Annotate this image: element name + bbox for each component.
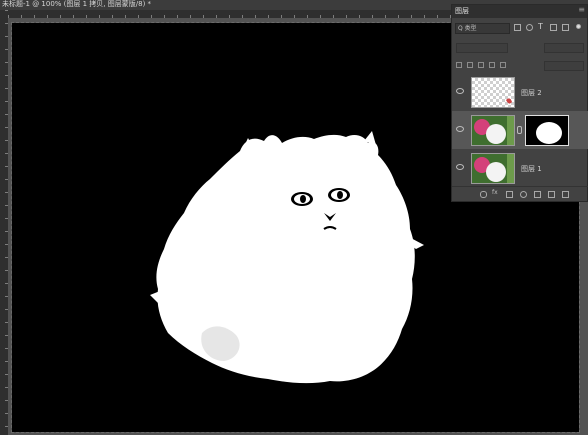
lock-position-icon[interactable]: [478, 62, 484, 68]
layer-name[interactable]: 图层 2: [521, 88, 542, 98]
layers-panel-header: 图层 ≡: [452, 5, 587, 18]
new-layer-icon[interactable]: [548, 191, 555, 198]
blend-mode-row: [456, 43, 584, 53]
opacity-field[interactable]: [544, 43, 584, 53]
layers-tab[interactable]: 图层: [455, 6, 469, 16]
layer-kind-filter-select[interactable]: Q 类型: [455, 23, 510, 34]
layers-bottom-bar: fx: [452, 186, 588, 201]
thumbnail-photo: [472, 116, 514, 145]
filter-toggle-icon[interactable]: [576, 24, 581, 29]
mask-shape: [536, 122, 562, 144]
fill-field[interactable]: [544, 61, 584, 71]
layer-filter-row: Q 类型 T: [452, 22, 588, 36]
layer-thumbnail[interactable]: [471, 153, 515, 184]
eye-icon[interactable]: [456, 126, 464, 132]
layer-mask-thumbnail[interactable]: [525, 115, 569, 146]
lock-artboard-icon[interactable]: [489, 62, 495, 68]
lock-all-icon[interactable]: [500, 62, 506, 68]
panel-menu-icon[interactable]: ≡: [578, 5, 585, 14]
pixel-filter-icon[interactable]: [514, 24, 521, 31]
lock-image-icon[interactable]: [467, 62, 473, 68]
layer-name[interactable]: 图层 1: [521, 164, 542, 174]
blend-mode-select[interactable]: [456, 43, 508, 53]
vertical-ruler[interactable]: [0, 10, 8, 435]
trash-icon[interactable]: [562, 191, 569, 198]
thumbnail-photo: [472, 154, 514, 183]
group-icon[interactable]: [534, 191, 541, 198]
layers-panel: 图层 ≡ Q 类型 T 图层 2 图层 1 fx: [451, 4, 588, 202]
lock-transparent-icon[interactable]: [456, 62, 462, 68]
mask-link-icon[interactable]: [517, 126, 522, 134]
smart-object-filter-icon[interactable]: [562, 24, 569, 31]
link-icon[interactable]: [480, 191, 487, 198]
layer-row-layer-2[interactable]: 图层 2: [452, 73, 588, 111]
fx-icon[interactable]: fx: [492, 189, 498, 196]
mask-icon[interactable]: [506, 191, 513, 198]
thumbnail-mark: [506, 98, 512, 104]
document-title: 未标题-1 @ 100% (图层 1 拷贝, 图层蒙版/8) *: [2, 0, 152, 8]
adjustment-filter-icon[interactable]: [526, 24, 533, 31]
shape-filter-icon[interactable]: [550, 24, 557, 31]
lock-row: [456, 61, 584, 71]
eye-icon[interactable]: [456, 88, 464, 94]
layer-row-layer-1-copy[interactable]: [452, 111, 588, 149]
type-filter-icon[interactable]: T: [538, 23, 545, 31]
adjustment-icon[interactable]: [520, 191, 527, 198]
layer-thumbnail[interactable]: [471, 77, 515, 108]
layer-thumbnail[interactable]: [471, 115, 515, 146]
eye-icon[interactable]: [456, 164, 464, 170]
layer-row-layer-1[interactable]: 图层 1: [452, 149, 588, 187]
